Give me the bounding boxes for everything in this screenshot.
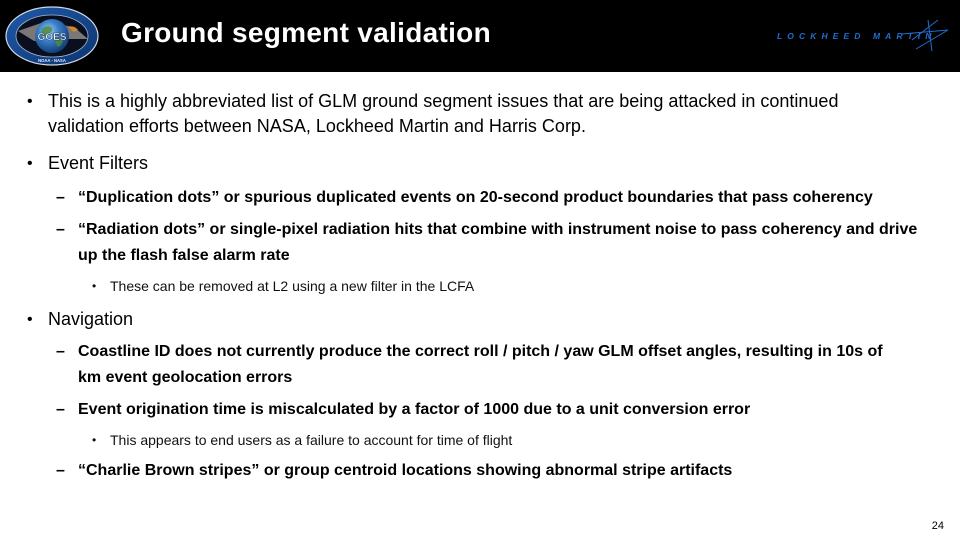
bullet-marker: • [27,311,33,328]
sub-sub-bullet-text: This appears to end users as a failure t… [110,432,513,448]
sub-bullet-text: “Charlie Brown stripes” or group centroi… [78,462,733,479]
dash-marker: – [56,189,65,206]
bullet-marker: • [27,155,33,172]
bullet-marker: • [27,93,33,110]
small-bullet-marker: • [92,279,97,293]
sub-bullet-text: “Radiation dots” or single-pixel radiati… [78,221,918,264]
sub-sub-bullet-text: These can be removed at L2 using a new f… [110,278,475,294]
bullet-text: Event Filters [48,153,149,173]
dash-marker: – [56,401,65,418]
slide: GOES NOAA - NASA Ground segment validati… [0,0,960,540]
dash-marker: – [56,462,65,479]
bullet-text: Navigation [48,309,134,329]
bullet-text: This is a highly abbreviated list of GLM… [48,91,839,136]
bullet-list: • This is a highly abbreviated list of G… [0,0,960,540]
page-number: 24 [931,520,944,532]
sub-bullet-text: “Duplication dots” or spurious duplicate… [78,189,873,206]
sub-bullet-text: Coastline ID does not currently produce … [78,343,883,386]
dash-marker: – [56,221,65,238]
small-bullet-marker: • [92,433,97,447]
dash-marker: – [56,343,65,360]
sub-bullet-text: Event origination time is miscalculated … [78,401,751,418]
